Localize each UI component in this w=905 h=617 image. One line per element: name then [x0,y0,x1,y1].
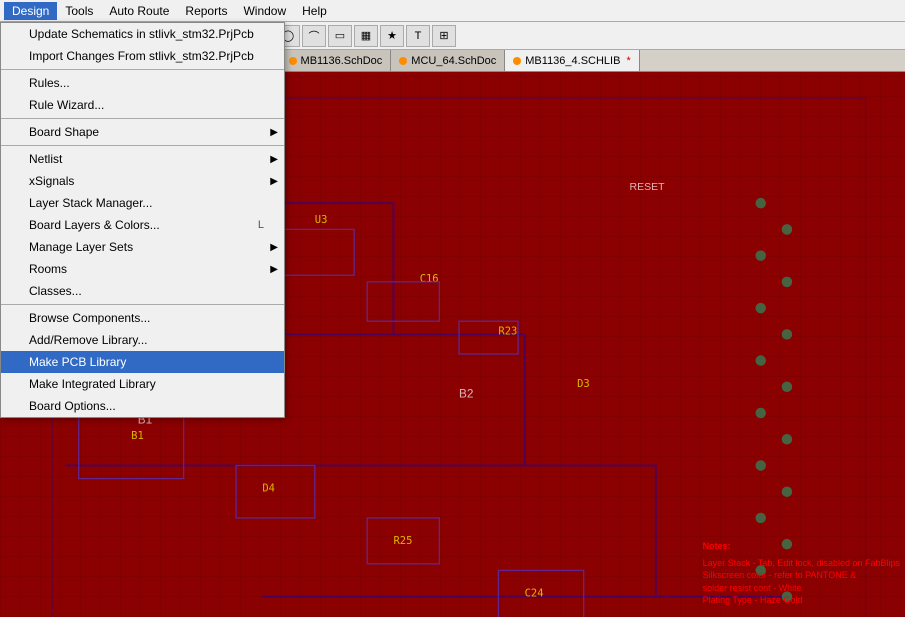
tab-dot [513,57,521,65]
pcb-background: R1 R4 U3 C16 R23 D3 B1 D4 R25 C24 CN7 CN… [0,72,905,617]
svg-text:RESET: RESET [630,182,666,193]
tab-stlink[interactable]: ST_LINK_V2-1.SCHDOC [127,50,281,72]
tab-label: MCU_64.SchDoc [411,55,496,67]
svg-text:B1: B1 [131,430,144,442]
tab-label: MB1136.SchDoc [301,55,383,67]
toolbar-btn-8[interactable]: ⌒ [302,25,326,47]
toolbar-sep-1 [58,27,59,45]
tab-connectors[interactable]: Connectors.SchDoc [0,50,127,72]
toolbar-btn-4[interactable]: ◀ [198,25,222,47]
toolbar-btn-11[interactable]: ★ [380,25,404,47]
tab-label: ST_LINK_V2-1.SCHDOC [147,55,272,67]
pcb-traces: R1 R4 U3 C16 R23 D3 B1 D4 R25 C24 CN7 CN… [0,72,905,617]
svg-text:D3: D3 [577,378,590,390]
toolbar-btn-9[interactable]: ▭ [328,25,352,47]
tab-modified-indicator: * [626,55,630,67]
notes-title: Notes: [703,540,900,553]
main-area: R1 R4 U3 C16 R23 D3 B1 D4 R25 C24 CN7 CN… [0,72,905,617]
pcb-canvas[interactable]: R1 R4 U3 C16 R23 D3 B1 D4 R25 C24 CN7 CN… [0,72,905,617]
menu-help[interactable]: Help [294,2,335,20]
notes-line2: Silkscreen color - refer to PANTONE & [703,569,900,582]
tab-dot [289,57,297,65]
toolbar-btn-10[interactable]: ▦ [354,25,378,47]
menu-tools[interactable]: Tools [57,2,101,20]
menu-reports[interactable]: Reports [177,2,235,20]
tab-mb1136[interactable]: MB1136.SchDoc [281,50,392,72]
toolbar-btn-13[interactable]: ⊞ [432,25,456,47]
svg-text:D4: D4 [262,483,275,495]
tab-label: Connectors.SchDoc [20,55,118,67]
tab-dot [399,57,407,65]
menu-autoroute[interactable]: Auto Route [101,2,177,20]
toolbar-btn-5[interactable]: ⬛ [224,25,248,47]
svg-text:U3: U3 [315,214,328,226]
notes-line4: Plating Type - Haze Gold [703,594,900,607]
toolbar-btn-3[interactable]: ▶ [172,25,196,47]
toolbar-btn-1[interactable]: ⬛ [4,25,28,47]
toolbar-btn-12[interactable]: T [406,25,430,47]
toolbar-btn-7[interactable]: ◯ [276,25,300,47]
svg-text:R25: R25 [393,535,412,547]
svg-text:B2: B2 [459,386,473,400]
toolbar-btn-2[interactable]: ▦ [30,25,54,47]
toolbar-btn-6[interactable]: ⊕ [250,25,274,47]
svg-text:R23: R23 [498,325,517,337]
tab-dot [135,57,143,65]
tabs-bar: Connectors.SchDoc ST_LINK_V2-1.SCHDOC MB… [0,50,905,72]
notes-line3: solder resist cont - White [703,582,900,595]
notes-panel: Notes: Layer Stack - Tab, Edit lock, dis… [703,540,900,607]
menu-design[interactable]: Design [4,2,57,20]
svg-text:B1: B1 [138,413,152,427]
svg-text:C24: C24 [525,588,544,600]
tab-mcu64[interactable]: MCU_64.SchDoc [391,50,505,72]
project-name: (Not Saved) [68,30,127,42]
dropdown-arrow-icon: ▼ [127,30,138,42]
toolbar-sep-2 [167,27,168,45]
menubar: Design Tools Auto Route Reports Window H… [0,0,905,22]
tab-label: MB1136_4.SCHLIB [525,55,620,67]
menu-window[interactable]: Window [235,2,294,20]
svg-text:R4: R4 [210,168,223,180]
notes-line1: Layer Stack - Tab, Edit lock, disabled o… [703,557,900,570]
svg-text:R1: R1 [105,122,118,134]
svg-text:C16: C16 [420,273,439,285]
tab-dot [8,57,16,65]
tab-mb1136-schlib[interactable]: MB1136_4.SCHLIB * [505,50,639,72]
toolbar: ⬛ ▦ (Not Saved) ▼ ▶ ◀ ⬛ ⊕ ◯ ⌒ ▭ ▦ ★ T ⊞ [0,22,905,50]
toolbar-dropdown-project[interactable]: (Not Saved) ▼ [63,26,163,46]
